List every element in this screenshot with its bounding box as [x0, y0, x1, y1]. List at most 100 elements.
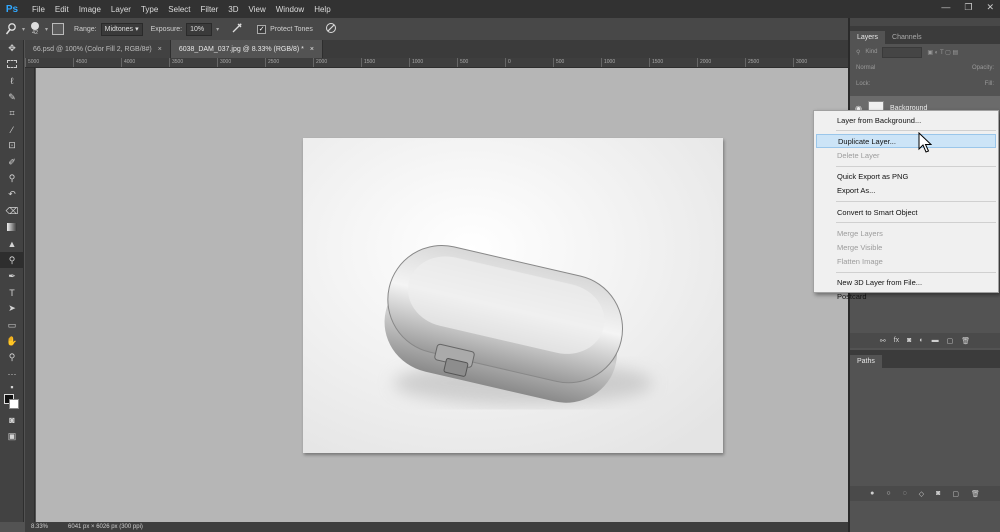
stroke-path-icon[interactable]: ○: [886, 490, 890, 497]
menu-item-quick-export-png[interactable]: Quick Export as PNG: [814, 170, 998, 184]
ruler-tick: 3000: [793, 58, 841, 67]
ruler-tick: 1500: [361, 58, 409, 67]
load-selection-icon[interactable]: ◌: [903, 490, 907, 497]
document-canvas[interactable]: [303, 138, 723, 453]
tab-channels[interactable]: Channels: [885, 31, 929, 44]
hand-tool-icon[interactable]: ✋: [0, 333, 24, 349]
more-tools-icon[interactable]: ···: [0, 366, 24, 382]
fx-icon[interactable]: fx: [894, 337, 899, 344]
link-layers-icon[interactable]: ⚯: [880, 337, 886, 345]
menu-window[interactable]: Window: [271, 5, 309, 14]
menu-image[interactable]: Image: [74, 5, 106, 14]
airbrush-icon[interactable]: [231, 22, 243, 36]
adjustment-layer-icon[interactable]: ◐: [919, 337, 923, 344]
protect-tones-checkbox[interactable]: ✓: [257, 24, 267, 34]
layer-context-menu: Layer from Background... Duplicate Layer…: [813, 110, 999, 301]
menu-item-new-3d-layer[interactable]: New 3D Layer from File...: [814, 276, 998, 290]
blur-tool-icon[interactable]: ▲: [0, 236, 24, 252]
menu-type[interactable]: Type: [136, 5, 163, 14]
gradient-tool-icon[interactable]: [0, 219, 24, 235]
tab-6038-dam-037[interactable]: 6038_DAM_037.jpg @ 8.33% (RGB/8) * ×: [170, 40, 323, 58]
fill-path-icon[interactable]: ●: [870, 490, 874, 497]
tab-paths[interactable]: Paths: [850, 355, 882, 368]
marquee-tool-icon[interactable]: [0, 56, 24, 72]
menu-3d[interactable]: 3D: [223, 5, 243, 14]
exposure-field[interactable]: 10%: [186, 22, 213, 36]
filter-icons[interactable]: ▣ ◐ T ▢ ▤: [927, 49, 958, 56]
burn-tool-icon[interactable]: [0, 20, 22, 38]
menu-help[interactable]: Help: [309, 5, 335, 14]
close-tab-icon[interactable]: ×: [310, 46, 314, 53]
add-mask-icon[interactable]: ◙: [907, 337, 911, 344]
tool-preset-chevron-icon[interactable]: ▾: [22, 26, 25, 33]
type-tool-icon[interactable]: T: [0, 284, 24, 300]
tab-66-psd[interactable]: 66.psd @ 100% (Color Fill 2, RGB/8#) ×: [25, 40, 171, 58]
trash-icon[interactable]: 🗑: [961, 337, 970, 345]
filter-field[interactable]: [882, 46, 923, 58]
brush-chevron-icon[interactable]: ▾: [45, 26, 48, 33]
pen-tool-icon[interactable]: ✒: [0, 268, 24, 284]
blend-row: Normal Opacity:: [850, 60, 1000, 76]
zoom-tool-icon[interactable]: ⚲: [0, 350, 24, 366]
history-brush-tool-icon[interactable]: ↶: [0, 187, 24, 203]
rectangle-tool-icon[interactable]: ▭: [0, 317, 24, 333]
paths-footer: ● ○ ◌ ◇ ◙ ▢ 🗑: [850, 486, 1000, 501]
tab-layers[interactable]: Layers: [850, 31, 886, 44]
move-tool-icon[interactable]: ✥: [0, 40, 24, 56]
quick-mask-icon[interactable]: ◙: [0, 412, 24, 428]
default-colors-icon[interactable]: ▪: [0, 382, 24, 392]
crop-tool-icon[interactable]: ⌗: [0, 105, 24, 121]
ruler-tick: 2500: [745, 58, 793, 67]
ruler-tick: 0: [505, 58, 553, 67]
zoom-level[interactable]: 8.33%: [31, 524, 48, 530]
restore-button[interactable]: ❐: [964, 2, 972, 13]
menu-filter[interactable]: Filter: [196, 5, 224, 14]
menu-edit[interactable]: Edit: [50, 5, 74, 14]
brush-preset-picker[interactable]: 42: [31, 22, 40, 36]
pressure-size-icon[interactable]: [325, 22, 337, 36]
menu-view[interactable]: View: [244, 5, 271, 14]
group-folder-icon[interactable]: ▬: [932, 337, 939, 344]
blend-mode-select[interactable]: Normal: [856, 65, 875, 71]
color-swatches[interactable]: [0, 392, 24, 412]
add-mask-icon[interactable]: ◙: [936, 490, 940, 497]
ruler-tick: 2000: [313, 58, 361, 67]
minimize-button[interactable]: —: [941, 2, 950, 13]
path-selection-tool-icon[interactable]: ➤: [0, 301, 24, 317]
kind-filter[interactable]: Kind: [865, 49, 877, 55]
menu-item-export-as[interactable]: Export As...: [814, 184, 998, 198]
menu-file[interactable]: File: [27, 5, 50, 14]
make-work-path-icon[interactable]: ◇: [919, 490, 924, 498]
status-bar: 8.33% 6041 px × 6026 px (300 ppi): [25, 522, 848, 532]
burn-tool-icon[interactable]: ⚲: [0, 251, 24, 269]
clone-stamp-tool-icon[interactable]: ⚲: [0, 170, 24, 186]
trash-icon[interactable]: 🗑: [971, 490, 980, 498]
chevron-down-icon: ▾: [135, 26, 139, 33]
eraser-tool-icon[interactable]: ⌫: [0, 203, 24, 219]
quick-selection-tool-icon[interactable]: ✎: [0, 89, 24, 105]
brush-tool-icon[interactable]: ✐: [0, 154, 24, 170]
menu-layer[interactable]: Layer: [106, 5, 136, 14]
ruler-tick: 500: [553, 58, 601, 67]
menu-item-postcard[interactable]: Postcard: [814, 290, 998, 304]
menu-select[interactable]: Select: [163, 5, 195, 14]
new-layer-icon[interactable]: ▢: [947, 337, 954, 345]
brush-settings-icon[interactable]: [52, 23, 65, 35]
new-path-icon[interactable]: ▢: [952, 490, 959, 498]
close-tab-icon[interactable]: ×: [158, 46, 162, 53]
brush-size-value: 42: [31, 30, 39, 36]
menu-item-duplicate-layer[interactable]: Duplicate Layer...: [816, 134, 996, 149]
range-select[interactable]: Midtones ▾: [100, 22, 143, 36]
lock-row: Lock: Fill:: [850, 76, 1000, 92]
menu-separator: [836, 130, 996, 132]
layer-filter-row: ⚲ Kind ▣ ◐ T ▢ ▤: [850, 44, 1000, 60]
background-color-swatch[interactable]: [9, 399, 19, 410]
eyedropper-tool-icon[interactable]: ⁄: [0, 121, 24, 137]
menu-item-convert-smart-object[interactable]: Convert to Smart Object: [814, 205, 998, 219]
healing-brush-tool-icon[interactable]: ⊡: [0, 138, 24, 154]
close-window-button[interactable]: ✕: [986, 2, 994, 13]
exposure-chevron-icon[interactable]: ▾: [216, 26, 219, 33]
menu-item-layer-from-background[interactable]: Layer from Background...: [814, 113, 998, 127]
lasso-tool-icon[interactable]: ℓ: [0, 73, 24, 89]
screen-mode-icon[interactable]: ▣: [0, 429, 24, 445]
